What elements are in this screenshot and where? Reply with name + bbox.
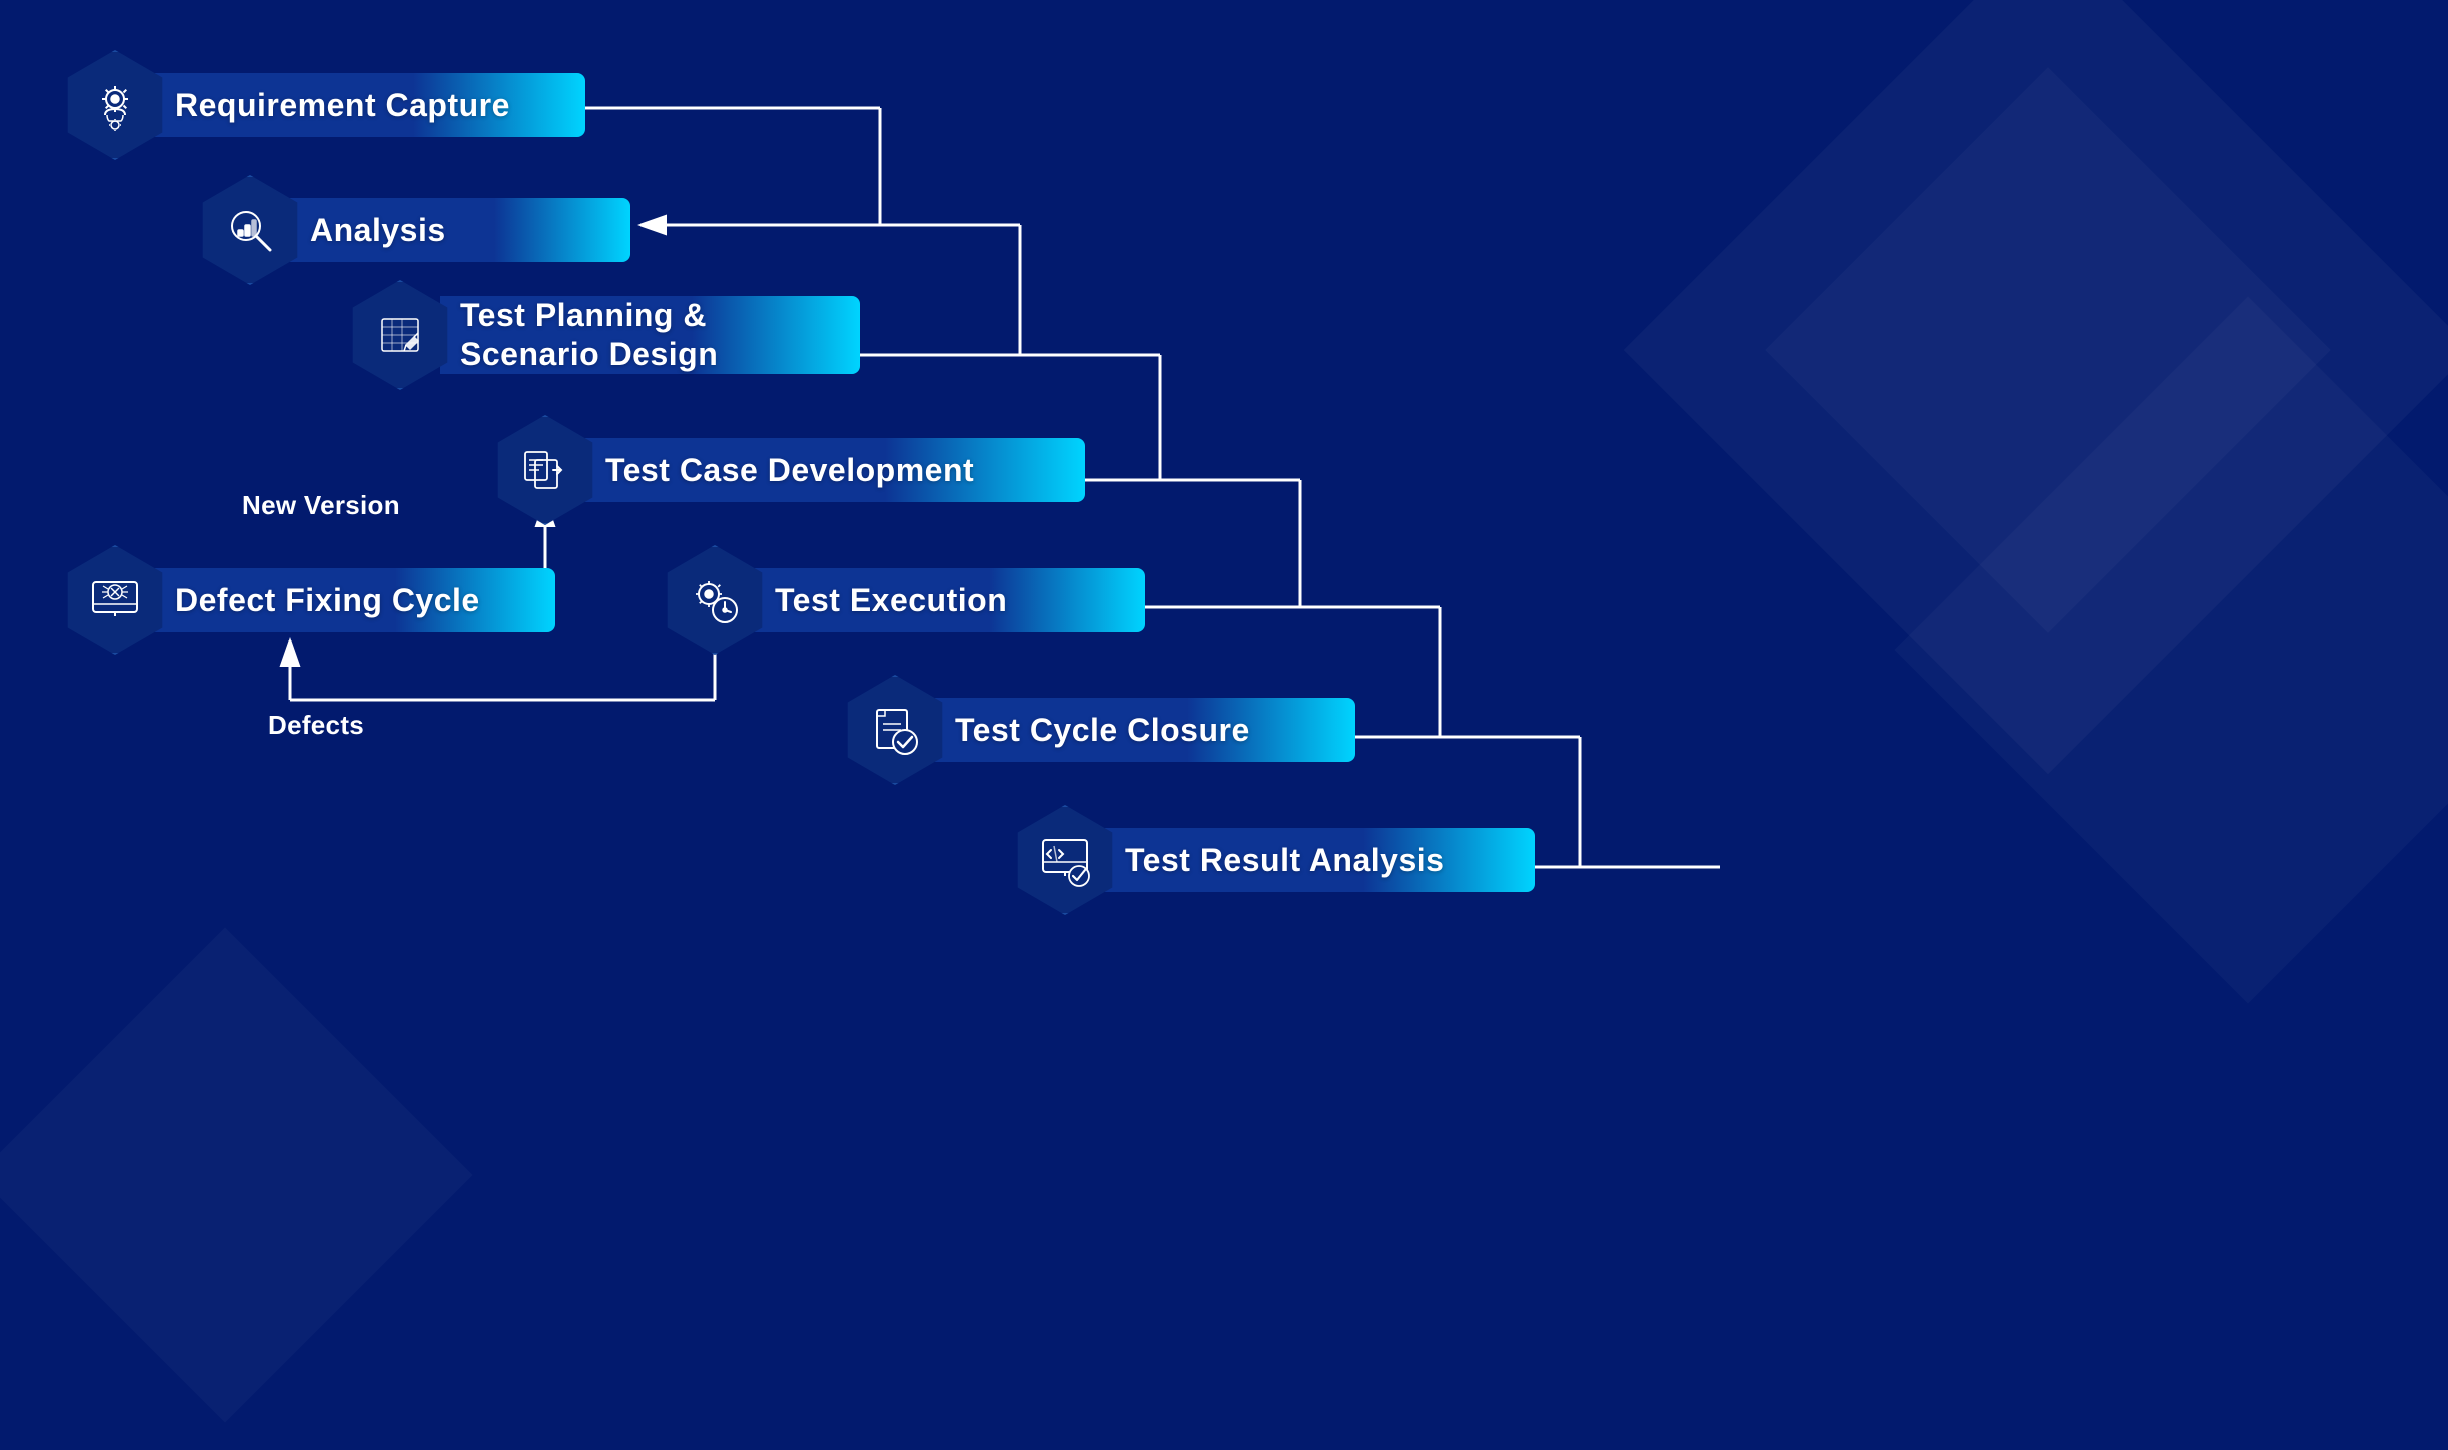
test-planning-bar: Test Planning & Scenario Design bbox=[440, 296, 860, 374]
requirement-capture-icon bbox=[60, 50, 170, 160]
requirement-capture-bar: Requirement Capture bbox=[155, 73, 585, 137]
test-cycle-closure-icon bbox=[840, 675, 950, 785]
test-result-analysis-item: Test Result Analysis bbox=[1010, 805, 1535, 915]
defect-fixing-item: Defect Fixing Cycle bbox=[60, 545, 555, 655]
analysis-item: Analysis bbox=[195, 175, 630, 285]
requirement-capture-label: Requirement Capture bbox=[175, 87, 510, 124]
doc-check-icon bbox=[867, 702, 923, 758]
monitor-bug-icon bbox=[87, 572, 143, 628]
test-cycle-closure-item: Test Cycle Closure bbox=[840, 675, 1355, 785]
gear-clock-icon bbox=[687, 572, 743, 628]
analysis-icon bbox=[195, 175, 305, 285]
blueprint-edit-icon bbox=[372, 307, 428, 363]
test-result-analysis-label: Test Result Analysis bbox=[1125, 842, 1444, 879]
defects-label: Defects bbox=[268, 710, 364, 741]
test-result-analysis-bar: Test Result Analysis bbox=[1105, 828, 1535, 892]
main-diagram: New Version Defects Requirement Capture bbox=[0, 0, 2448, 1450]
analysis-label: Analysis bbox=[310, 212, 446, 249]
doc-convert-icon bbox=[517, 442, 573, 498]
analysis-bar: Analysis bbox=[290, 198, 630, 262]
code-check-icon bbox=[1037, 832, 1093, 888]
test-execution-item: Test Execution bbox=[660, 545, 1145, 655]
gear-brain-icon bbox=[87, 77, 143, 133]
defect-fixing-label: Defect Fixing Cycle bbox=[175, 582, 480, 619]
test-planning-icon bbox=[345, 280, 455, 390]
test-planning-label1: Test Planning & bbox=[460, 297, 707, 334]
test-cycle-closure-bar: Test Cycle Closure bbox=[935, 698, 1355, 762]
defect-fixing-icon bbox=[60, 545, 170, 655]
test-cycle-closure-label: Test Cycle Closure bbox=[955, 712, 1250, 749]
new-version-label: New Version bbox=[242, 490, 400, 521]
test-case-dev-item: Test Case Development bbox=[490, 415, 1085, 525]
test-result-analysis-icon bbox=[1010, 805, 1120, 915]
magnify-chart-icon bbox=[222, 202, 278, 258]
test-planning-item: Test Planning & Scenario Design bbox=[345, 280, 860, 390]
test-case-dev-label: Test Case Development bbox=[605, 452, 974, 489]
test-execution-bar: Test Execution bbox=[755, 568, 1145, 632]
defect-fixing-bar: Defect Fixing Cycle bbox=[155, 568, 555, 632]
test-execution-icon bbox=[660, 545, 770, 655]
test-case-dev-bar: Test Case Development bbox=[585, 438, 1085, 502]
requirement-capture-item: Requirement Capture bbox=[60, 50, 585, 160]
test-case-dev-icon bbox=[490, 415, 600, 525]
test-planning-label2: Scenario Design bbox=[460, 336, 718, 373]
test-execution-label: Test Execution bbox=[775, 582, 1007, 619]
